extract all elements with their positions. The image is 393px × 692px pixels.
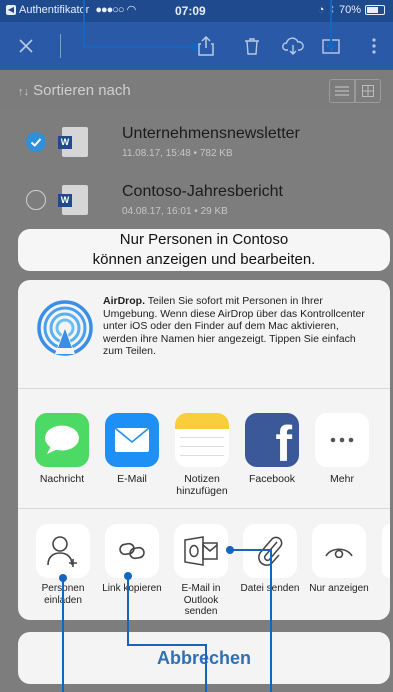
trash-icon[interactable] (240, 34, 264, 58)
checkmark-selected-icon[interactable] (26, 132, 46, 152)
share-permission-hint: Nur Personen in Contoso können anzeigen … (18, 229, 390, 271)
messages-icon (35, 413, 89, 467)
app-label: Facebook (248, 473, 296, 485)
wifi-icon: ◠ (126, 4, 137, 16)
file-name: Unternehmensnewsletter (122, 125, 300, 142)
share-sheet: AirDrop. Teilen Sie sofort mit Personen … (18, 280, 390, 620)
back-to-app[interactable]: ◀ Authentifikator ●●●○○ ◠ (6, 3, 136, 16)
airdrop-section: AirDrop. Teilen Sie sofort mit Personen … (18, 280, 390, 388)
app-messages[interactable]: Nachricht (32, 413, 92, 485)
file-meta: 04.08.17, 16:01 • 29 KB (122, 206, 228, 217)
action-label: E-Mail in Outlook senden (181, 583, 221, 617)
add-person-icon (36, 524, 90, 578)
divider (18, 508, 390, 509)
file-name: Contoso-Jahresbericht (122, 183, 283, 200)
app-label: Notizen hinzufügen (176, 473, 228, 497)
notes-icon (175, 413, 229, 467)
more-vertical-icon[interactable] (362, 34, 386, 58)
link-icon (105, 524, 159, 578)
checkmark-empty-icon[interactable] (26, 190, 46, 210)
battery-percent: 70% (338, 4, 361, 16)
back-app-label: Authentifikator (19, 3, 90, 16)
file-meta: 11.08.17, 15:48 • 782 KB (122, 148, 233, 159)
alarm-icon: ◔ (317, 4, 325, 16)
sort-bar: ↑↓ Sortieren nach (0, 70, 393, 110)
app-label: E-Mail (117, 473, 147, 485)
view-switcher (329, 79, 381, 103)
sort-button[interactable]: ↑↓ Sortieren nach (18, 82, 131, 99)
app-label: Nachricht (39, 473, 85, 485)
airdrop-description: AirDrop. Teilen Sie sofort mit Personen … (103, 295, 375, 358)
airdrop-icon (33, 296, 97, 360)
app-facebook[interactable]: f Facebook (242, 413, 302, 485)
divider (18, 388, 390, 389)
grid-view-icon[interactable] (355, 79, 381, 103)
outlook-icon (174, 524, 228, 578)
more-dots-icon (315, 413, 369, 467)
hint-line-1: Nur Personen in Contoso (119, 231, 289, 248)
airdrop-title: AirDrop. (103, 295, 145, 307)
sort-arrows-icon: ↑↓ (18, 86, 29, 98)
facebook-icon: f (245, 413, 299, 467)
file-row[interactable]: W Unternehmensnewsletter 11.08.17, 15:48… (0, 113, 393, 171)
cancel-button[interactable]: Abbrechen (18, 632, 390, 684)
action-label: Link kopieren (102, 583, 162, 594)
app-notes[interactable]: Notizen hinzufügen (172, 413, 232, 497)
hint-line-2: können anzeigen und bearbeiten. (92, 251, 316, 268)
list-view-icon[interactable] (329, 79, 355, 103)
file-row[interactable]: W Contoso-Jahresbericht 04.08.17, 16:01 … (0, 171, 393, 229)
eye-icon (312, 524, 366, 578)
app-label: Mehr (330, 473, 354, 485)
action-copy-link[interactable]: Link kopieren (101, 524, 163, 595)
action-label: Nur anzeigen (309, 583, 369, 594)
sort-label: Sortieren nach (33, 82, 131, 99)
toolbar-divider (60, 34, 61, 58)
back-arrow-icon: ◀ (6, 4, 16, 15)
action-send-outlook[interactable]: E-Mail in Outlook senden (170, 524, 232, 618)
word-document-icon: W (58, 127, 88, 157)
action-view-only[interactable]: Nur anzeigen (308, 524, 370, 595)
cloud-download-icon[interactable] (281, 34, 305, 58)
clock: 07:09 (175, 4, 206, 18)
word-document-icon: W (58, 185, 88, 215)
app-mail[interactable]: E-Mail (102, 413, 162, 485)
battery-icon (365, 5, 385, 15)
close-icon[interactable] (14, 34, 38, 58)
signal-icon: ●●●○○ (95, 3, 124, 16)
mail-icon (105, 413, 159, 467)
next-action-peek (382, 524, 390, 578)
app-more[interactable]: Mehr (312, 413, 372, 485)
status-bar: ◀ Authentifikator ●●●○○ ◠ 07:09 ◔ ᛒ 70% (0, 0, 393, 22)
status-right: ◔ ᛒ 70% (318, 4, 385, 16)
